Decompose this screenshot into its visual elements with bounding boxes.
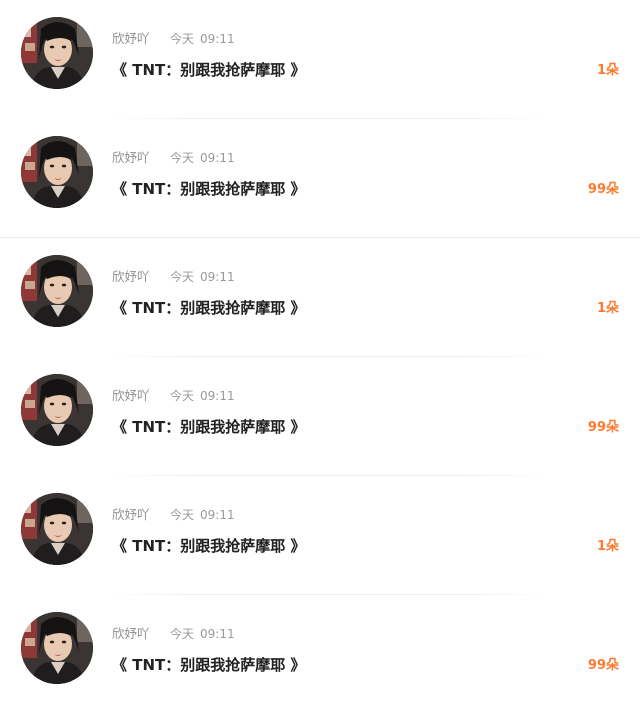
avatar[interactable] bbox=[21, 17, 93, 89]
time-label: 09:11 bbox=[200, 270, 235, 284]
avatar-portrait-icon bbox=[21, 136, 93, 208]
work-title[interactable]: 《 TNT：别跟我抢萨摩耶 》 bbox=[112, 178, 305, 200]
work-title[interactable]: 《 TNT：别跟我抢萨摩耶 》 bbox=[112, 535, 305, 557]
avatar[interactable] bbox=[21, 136, 93, 208]
flower-count: 99朵 bbox=[587, 182, 619, 197]
flower-count: 1朵 bbox=[596, 301, 619, 316]
time-label: 09:11 bbox=[200, 627, 235, 641]
time-label: 09:11 bbox=[200, 508, 235, 522]
work-title[interactable]: 《 TNT：别跟我抢萨摩耶 》 bbox=[112, 416, 305, 438]
avatar[interactable] bbox=[21, 255, 93, 327]
time-label: 09:11 bbox=[200, 32, 235, 46]
date-label: 今天 bbox=[170, 32, 195, 46]
avatar[interactable] bbox=[21, 374, 93, 446]
date-label: 今天 bbox=[170, 508, 195, 522]
avatar[interactable] bbox=[21, 493, 93, 565]
time-label: 09:11 bbox=[200, 389, 235, 403]
date-label: 今天 bbox=[170, 270, 195, 284]
username[interactable]: 欣妤吖 bbox=[112, 625, 170, 643]
avatar-portrait-icon bbox=[21, 17, 93, 89]
flower-count: 99朵 bbox=[587, 420, 619, 435]
avatar-portrait-icon bbox=[21, 255, 93, 327]
username[interactable]: 欣妤吖 bbox=[112, 268, 170, 286]
work-title[interactable]: 《 TNT：别跟我抢萨摩耶 》 bbox=[112, 59, 305, 81]
date-label: 今天 bbox=[170, 627, 195, 641]
date-label: 今天 bbox=[170, 389, 195, 403]
username[interactable]: 欣妤吖 bbox=[112, 149, 170, 167]
list-item[interactable]: 欣妤吖 今天 09:11 《 TNT：别跟我抢萨摩耶 》 99朵 bbox=[0, 357, 640, 476]
list-item[interactable]: 欣妤吖 今天 09:11 《 TNT：别跟我抢萨摩耶 》 99朵 bbox=[0, 595, 640, 714]
list-item[interactable]: 欣妤吖 今天 09:11 《 TNT：别跟我抢萨摩耶 》 1朵 bbox=[0, 476, 640, 595]
flower-count: 1朵 bbox=[596, 539, 619, 554]
avatar-portrait-icon bbox=[21, 493, 93, 565]
list-item[interactable]: 欣妤吖 今天 09:11 《 TNT：别跟我抢萨摩耶 》 1朵 bbox=[0, 0, 640, 119]
list-item[interactable]: 欣妤吖 今天 09:11 《 TNT：别跟我抢萨摩耶 》 99朵 bbox=[0, 119, 640, 238]
time-label: 09:11 bbox=[200, 151, 235, 165]
date-label: 今天 bbox=[170, 151, 195, 165]
flower-count: 99朵 bbox=[587, 658, 619, 673]
username[interactable]: 欣妤吖 bbox=[112, 30, 170, 48]
username[interactable]: 欣妤吖 bbox=[112, 506, 170, 524]
work-title[interactable]: 《 TNT：别跟我抢萨摩耶 》 bbox=[112, 654, 305, 676]
work-title[interactable]: 《 TNT：别跟我抢萨摩耶 》 bbox=[112, 297, 305, 319]
avatar-portrait-icon bbox=[21, 612, 93, 684]
list-item[interactable]: 欣妤吖 今天 09:11 《 TNT：别跟我抢萨摩耶 》 1朵 bbox=[0, 238, 640, 357]
avatar[interactable] bbox=[21, 612, 93, 684]
avatar-portrait-icon bbox=[21, 374, 93, 446]
flower-count: 1朵 bbox=[596, 63, 619, 78]
gift-record-list: 欣妤吖 今天 09:11 《 TNT：别跟我抢萨摩耶 》 1朵 欣妤吖 今天 0… bbox=[0, 0, 640, 705]
username[interactable]: 欣妤吖 bbox=[112, 387, 170, 405]
